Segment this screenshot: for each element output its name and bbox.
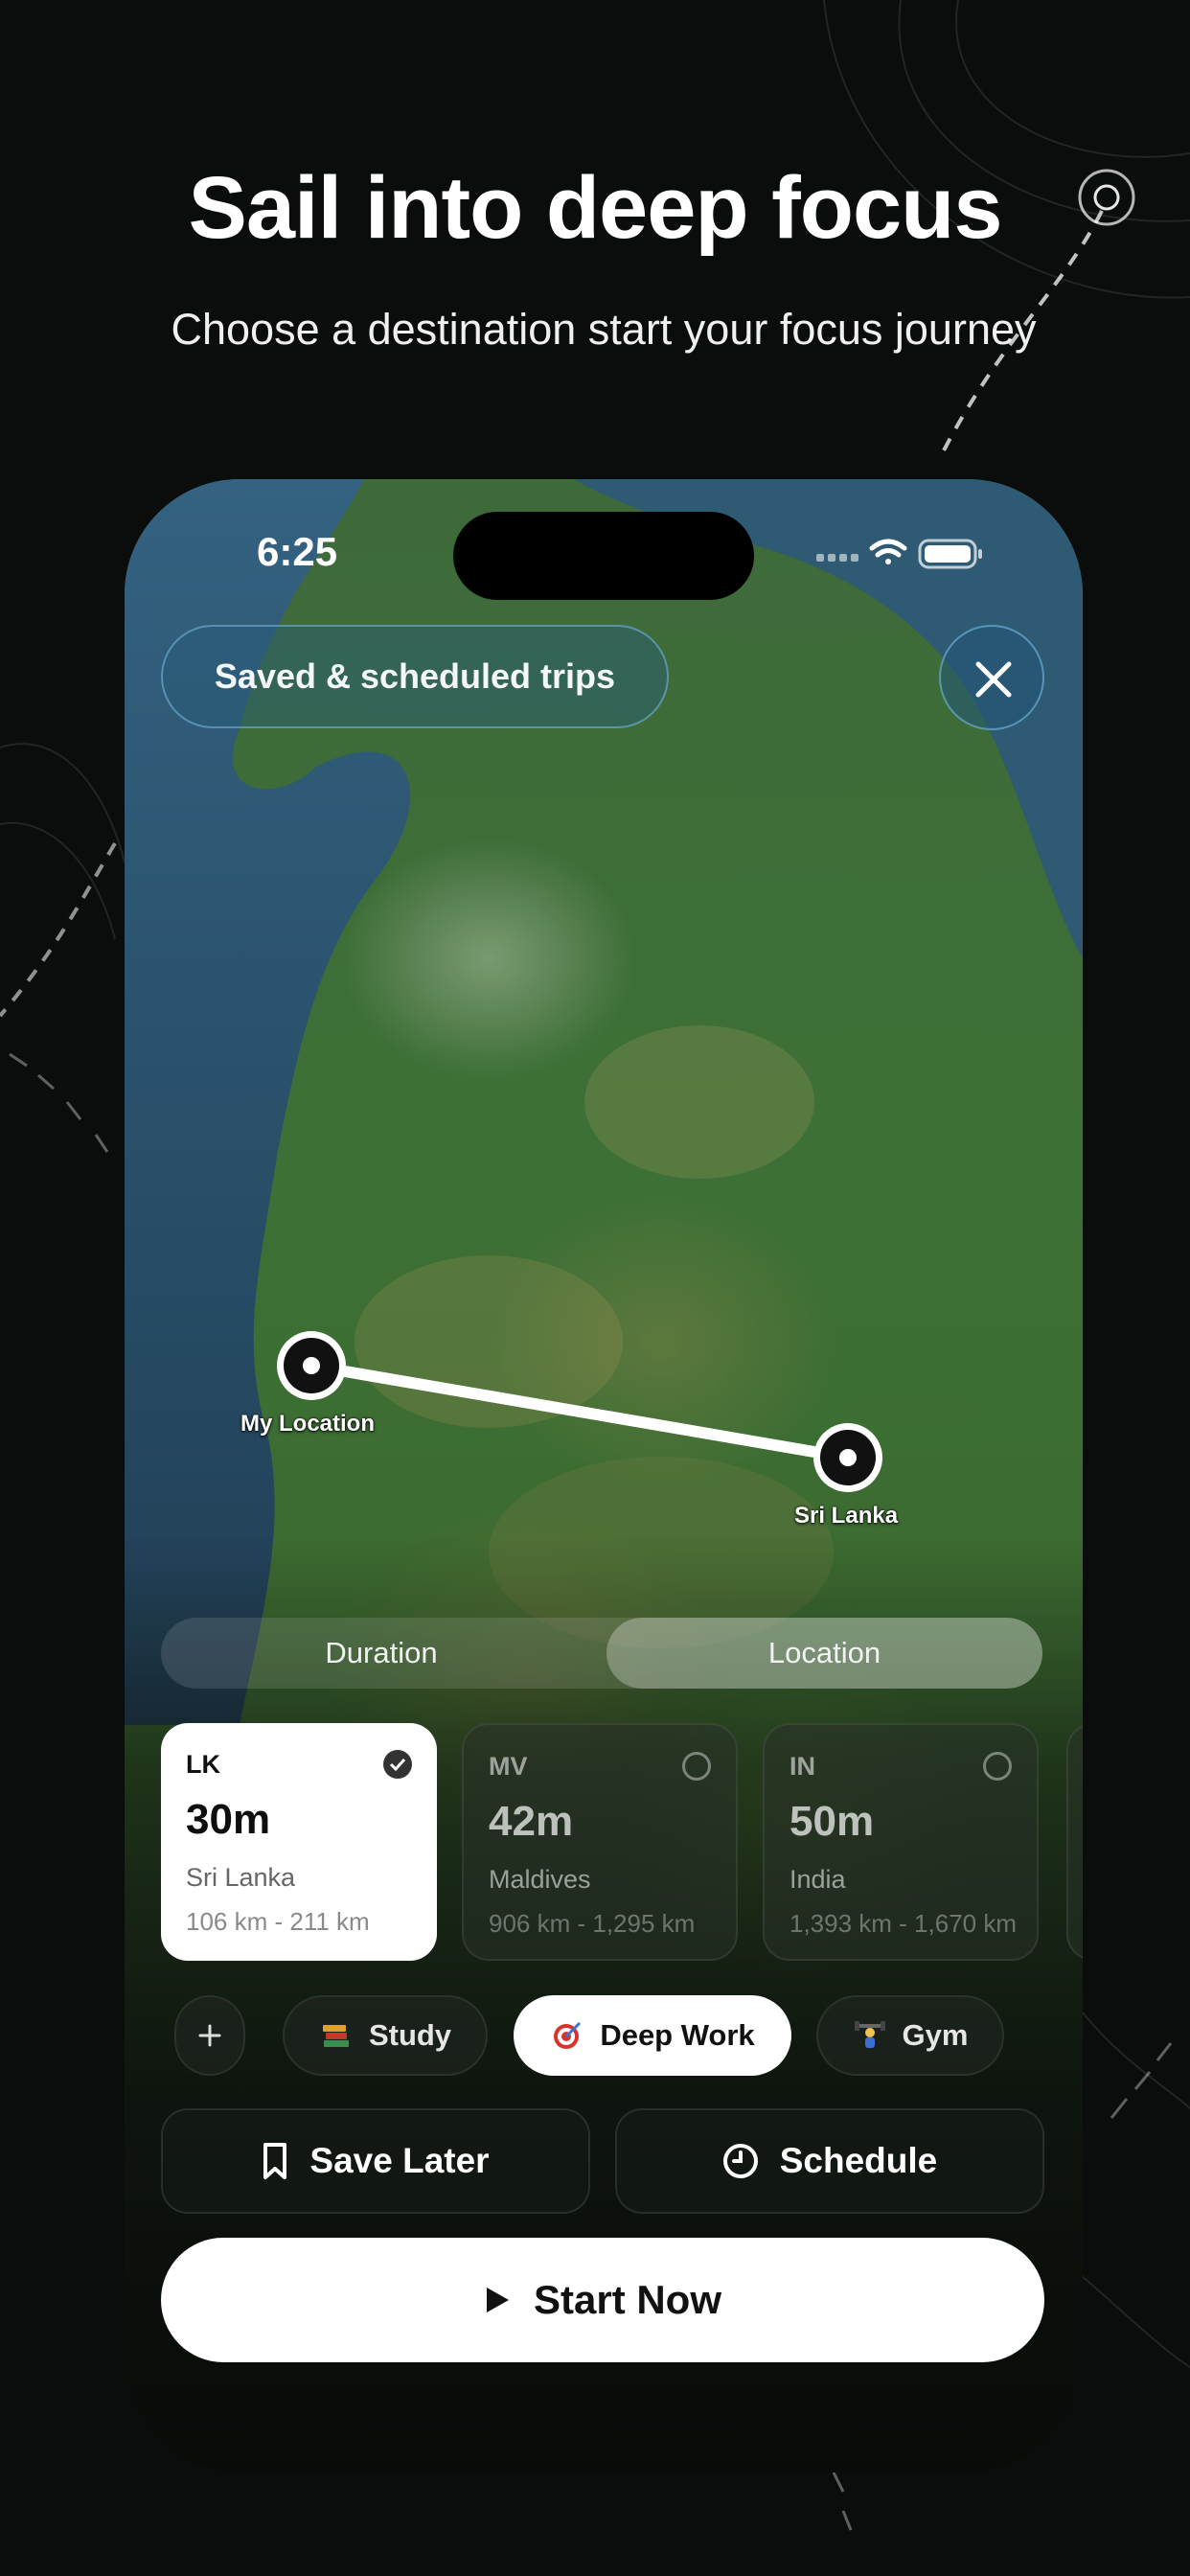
bookmark-icon: [263, 2143, 287, 2179]
tab-location[interactable]: Location: [606, 1618, 1042, 1689]
card-country: Sri Lanka: [186, 1863, 296, 1892]
route-line: [306, 1360, 854, 1463]
destination-card-lk[interactable]: LK 30m Sri Lanka 106 km - 211 km: [161, 1723, 437, 1961]
card-country: Maldives: [489, 1865, 591, 1894]
destination-card-mv[interactable]: MV 42m Maldives 906 km - 1,295 km: [462, 1723, 738, 1961]
promo-headline: Sail into deep focus: [188, 159, 1002, 257]
radio-icon: [983, 1752, 1012, 1781]
plus-icon: [198, 2024, 221, 2047]
card-country: India: [790, 1865, 846, 1894]
destination-card-in[interactable]: IN 50m India 1,393 km - 1,670 km: [763, 1723, 1039, 1961]
promo-subheadline: Choose a destination start your focus jo…: [171, 305, 1037, 354]
destination-label: Sri Lanka: [794, 1503, 899, 1529]
card-code: MV: [489, 1752, 528, 1781]
tag-label: Deep Work: [600, 2018, 755, 2052]
tag-deep-work[interactable]: Deep Work: [514, 1995, 791, 2076]
card-code: LK: [186, 1750, 220, 1779]
tag-study[interactable]: Study: [283, 1995, 488, 2076]
save-later-label: Save Later: [309, 2141, 490, 2180]
clock-icon: [722, 2144, 758, 2178]
books-icon: [319, 2018, 354, 2053]
check-icon: [383, 1750, 412, 1779]
target-icon: [550, 2018, 584, 2053]
phone-screen: 6:25 Saved & scheduled trips My Location…: [125, 479, 1083, 2472]
tag-label: Gym: [902, 2018, 969, 2052]
card-duration: 50m: [790, 1798, 875, 1845]
card-duration: 42m: [489, 1798, 574, 1845]
card-duration: 30m: [186, 1796, 271, 1843]
origin-pin[interactable]: [277, 1331, 346, 1400]
play-icon: [486, 2288, 509, 2312]
card-distance: 906 km - 1,295 km: [489, 1909, 696, 1938]
duration-location-toggle: Duration Location: [161, 1618, 1042, 1689]
destination-card-peek[interactable]: [1066, 1723, 1083, 1961]
schedule-label: Schedule: [779, 2141, 938, 2180]
tag-label: Study: [368, 2018, 452, 2052]
tag-gym[interactable]: Gym: [816, 1995, 1004, 2076]
save-later-button[interactable]: Save Later: [161, 2108, 590, 2214]
origin-label: My Location: [240, 1411, 376, 1437]
card-distance: 106 km - 211 km: [186, 1907, 370, 1936]
destination-pin[interactable]: [813, 1423, 882, 1492]
radio-icon: [682, 1752, 711, 1781]
tab-duration[interactable]: Duration: [161, 1618, 602, 1689]
weightlifter-icon: [853, 2018, 887, 2053]
start-now-button[interactable]: Start Now: [161, 2238, 1044, 2362]
card-code: IN: [790, 1752, 815, 1781]
card-distance: 1,393 km - 1,670 km: [790, 1909, 1017, 1938]
schedule-button[interactable]: Schedule: [615, 2108, 1044, 2214]
add-tag-button[interactable]: [174, 1995, 245, 2076]
start-now-label: Start Now: [533, 2277, 721, 2322]
